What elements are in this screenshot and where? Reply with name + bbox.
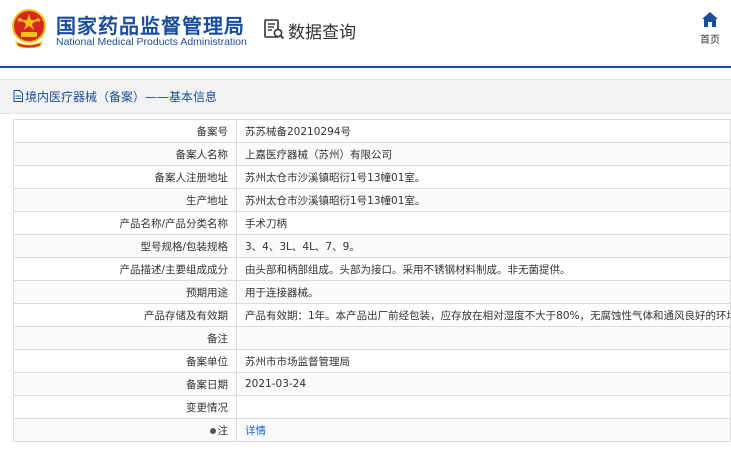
field-value: 上嘉医疗器械（苏州）有限公司 (236, 142, 731, 166)
table-row: 生产地址 苏州太仓市沙溪镇昭衍1号13幢01室。 (13, 188, 731, 212)
field-label: 产品存储及有效期 (13, 303, 237, 327)
field-label: 备案号 (13, 119, 237, 143)
field-label: 生产地址 (13, 188, 237, 212)
site-header: 国家药品监督管理局 National Medical Products Admi… (0, 0, 731, 66)
table-row: 备注 (13, 326, 731, 350)
field-label: 注 (217, 424, 229, 437)
breadcrumb: 境内医疗器械（备案）——基本信息 (0, 79, 731, 114)
field-label: 备案日期 (13, 372, 237, 396)
table-row: 备案日期 2021-03-24 (13, 372, 731, 396)
breadcrumb-text: 境内医疗器械（备案）——基本信息 (25, 90, 218, 104)
field-value: 用于连接器械。 (236, 280, 731, 304)
field-label: 备案人名称 (13, 142, 237, 166)
home-label: 首页 (700, 35, 720, 46)
field-value: 苏州市市场监督管理局 (236, 349, 731, 373)
detail-link[interactable]: 详情 (245, 425, 266, 437)
table-row: 备案号 苏苏械备20210294号 (13, 119, 731, 143)
field-value: 2021-03-24 (236, 372, 731, 396)
field-label: 产品描述/主要组成成分 (13, 257, 237, 281)
field-label: 备注 (13, 326, 237, 350)
field-value (236, 395, 731, 419)
field-label: 备案单位 (13, 349, 237, 373)
field-label: 型号规格/包装规格 (13, 234, 237, 258)
field-label: 备案人注册地址 (13, 165, 237, 189)
table-row: 注 详情 (13, 418, 731, 442)
field-value: 苏州太仓市沙溪镇昭衍1号13幢01室。 (236, 188, 731, 212)
table-row: 备案单位 苏州市市场监督管理局 (13, 349, 731, 373)
field-value: 苏苏械备20210294号 (236, 119, 731, 143)
field-value: 详情 (236, 418, 731, 442)
document-icon (13, 90, 23, 102)
field-value (236, 326, 731, 350)
home-icon (702, 12, 718, 27)
field-value: 苏州太仓市沙溪镇昭衍1号13幢01室。 (236, 165, 731, 189)
page-title: 数据查询 (288, 23, 356, 43)
field-value: 由头部和柄部组成。头部为接口。采用不锈钢材料制成。非无菌提供。 (236, 257, 731, 281)
record-info-table: 备案号 苏苏械备20210294号 备案人名称 上嘉医疗器械（苏州）有限公司 备… (13, 119, 731, 442)
table-row: 变更情况 (13, 395, 731, 419)
table-row: 产品描述/主要组成成分 由头部和柄部组成。头部为接口。采用不锈钢材料制成。非无菌… (13, 257, 731, 281)
table-row: 型号规格/包装规格 3、4、3L、4L、7、9。 (13, 234, 731, 258)
field-value: 产品有效期：1年。本产品出厂前经包装，应存放在相对湿度不大于80%，无腐蚀性气体… (236, 303, 731, 327)
table-row: 产品存储及有效期 产品有效期：1年。本产品出厂前经包装，应存放在相对湿度不大于8… (13, 303, 731, 327)
org-name-en: National Medical Products Administration (56, 36, 247, 48)
home-button[interactable]: 首页 (694, 12, 726, 48)
table-row: 产品名称/产品分类名称 手术刀柄 (13, 211, 731, 235)
field-label: 变更情况 (13, 395, 237, 419)
table-row: 备案人注册地址 苏州太仓市沙溪镇昭衍1号13幢01室。 (13, 165, 731, 189)
field-value: 手术刀柄 (236, 211, 731, 235)
table-row: 备案人名称 上嘉医疗器械（苏州）有限公司 (13, 142, 731, 166)
note-label-cell: 注 (13, 418, 237, 442)
table-row: 预期用途 用于连接器械。 (13, 280, 731, 304)
header-divider (0, 66, 731, 68)
field-label: 产品名称/产品分类名称 (13, 211, 237, 235)
field-label: 预期用途 (13, 280, 237, 304)
document-search-icon (264, 19, 285, 40)
national-emblem-icon (12, 9, 46, 48)
dot-icon (209, 427, 216, 434)
field-value: 3、4、3L、4L、7、9。 (236, 234, 731, 258)
org-name-cn: 国家药品监督管理局 (56, 14, 245, 38)
